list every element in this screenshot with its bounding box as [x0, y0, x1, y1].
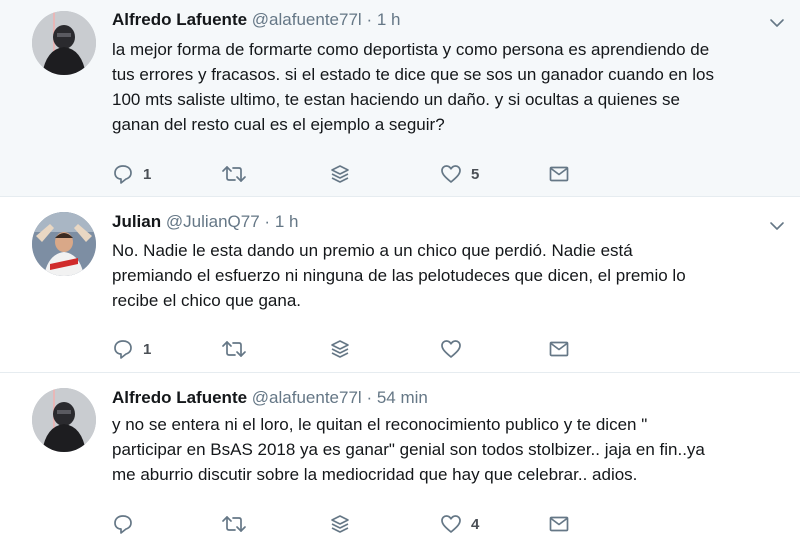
- reply-button[interactable]: 1: [112, 162, 151, 186]
- reply-button[interactable]: 1: [112, 337, 151, 361]
- stack-icon: [331, 165, 349, 183]
- reply-count: 1: [143, 165, 152, 183]
- tweet-text-line: 100 mts saliste ultimo, te estan haciend…: [112, 90, 680, 109]
- tweet-text: No. Nadie le esta dando un premio a un c…: [112, 238, 788, 313]
- retweet-icon: [222, 166, 246, 182]
- retweet-icon: [222, 516, 246, 532]
- user-handle[interactable]: @alafuente77l: [252, 10, 362, 29]
- like-count: 5: [471, 165, 480, 183]
- retweet-button[interactable]: [221, 337, 256, 361]
- avatar[interactable]: [32, 388, 96, 452]
- tweet-header: Alfredo Lafuente @alafuente77l · 1 h: [112, 9, 400, 31]
- tweet-header: Alfredo Lafuente @alafuente77l · 54 min: [112, 387, 428, 409]
- retweet-button[interactable]: [221, 162, 256, 186]
- tweet-text-line: premiando el esfuerzo ni ninguna de las …: [112, 266, 686, 285]
- tweet-text-line: y no se entera ni el loro, le quitan el …: [112, 415, 648, 434]
- avatar[interactable]: [32, 212, 96, 276]
- tweet-text-line: participar en BsAS 2018 ya es ganar" gen…: [112, 440, 705, 459]
- stack-icon: [331, 515, 349, 533]
- direct-message-button[interactable]: [548, 337, 570, 361]
- tweet[interactable]: Alfredo Lafuente @alafuente77l · 54 min …: [0, 373, 800, 543]
- timestamp[interactable]: 1 h: [275, 212, 299, 231]
- reply-icon: [114, 340, 132, 359]
- display-name[interactable]: Alfredo Lafuente: [112, 10, 247, 29]
- chevron-down-icon[interactable]: [768, 14, 786, 32]
- timestamp[interactable]: 1 h: [377, 10, 401, 29]
- reply-icon: [114, 165, 132, 184]
- display-name[interactable]: Julian: [112, 212, 161, 231]
- conversation-thread: Alfredo Lafuente @alafuente77l · 1 h la …: [0, 0, 800, 543]
- tweet-text-line: No. Nadie le esta dando un premio a un c…: [112, 241, 633, 260]
- reply-button[interactable]: [112, 512, 143, 536]
- user-handle[interactable]: @JulianQ77: [166, 212, 260, 231]
- separator-dot: ·: [366, 388, 373, 407]
- retweet-icon: [222, 341, 246, 357]
- like-count: 4: [471, 515, 480, 533]
- reply-count: 1: [143, 340, 152, 358]
- tweet-text: y no se entera ni el loro, le quitan el …: [112, 412, 788, 487]
- stack-icon: [331, 340, 349, 358]
- tweet-text-line: tus errores y fracasos. si el estado te …: [112, 65, 714, 84]
- user-handle[interactable]: @alafuente77l: [252, 388, 362, 407]
- tweet-text: la mejor forma de formarte como deportis…: [112, 37, 788, 137]
- envelope-icon: [549, 341, 569, 357]
- direct-message-button[interactable]: [548, 512, 570, 536]
- like-button[interactable]: 4: [440, 512, 479, 536]
- reply-icon: [114, 515, 132, 534]
- stack-button[interactable]: [329, 162, 351, 186]
- tweet-text-line: me aburrio discutir sobre la mediocridad…: [112, 465, 638, 484]
- heart-icon: [441, 340, 461, 358]
- heart-icon: [441, 515, 461, 533]
- separator-dot: ·: [366, 10, 373, 29]
- timestamp[interactable]: 54 min: [377, 388, 428, 407]
- tweet[interactable]: Alfredo Lafuente @alafuente77l · 1 h la …: [0, 0, 800, 197]
- separator-dot: ·: [264, 212, 271, 231]
- stack-button[interactable]: [329, 512, 351, 536]
- avatar[interactable]: [32, 11, 96, 75]
- envelope-icon: [549, 516, 569, 532]
- like-button[interactable]: [440, 337, 471, 361]
- display-name[interactable]: Alfredo Lafuente: [112, 388, 247, 407]
- chevron-down-icon[interactable]: [768, 217, 786, 235]
- tweet-text-line: ganan del resto cual es el ejemplo a seg…: [112, 115, 445, 134]
- envelope-icon: [549, 166, 569, 182]
- tweet-text-line: la mejor forma de formarte como deportis…: [112, 40, 710, 59]
- heart-icon: [441, 165, 461, 183]
- retweet-button[interactable]: [221, 512, 256, 536]
- tweet-text-line: recibe el chico que gana.: [112, 291, 302, 310]
- stack-button[interactable]: [329, 337, 351, 361]
- like-button[interactable]: 5: [440, 162, 479, 186]
- tweet-header: Julian @JulianQ77 · 1 h: [112, 211, 298, 233]
- tweet[interactable]: Julian @JulianQ77 · 1 h No. Nadie le est…: [0, 197, 800, 373]
- direct-message-button[interactable]: [548, 162, 570, 186]
